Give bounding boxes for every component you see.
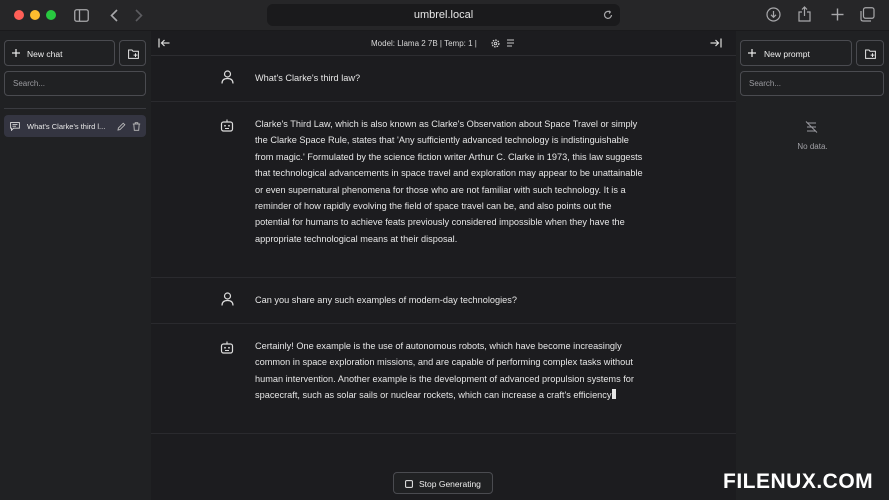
edit-icon[interactable]	[116, 121, 126, 131]
no-data-text: No data.	[797, 142, 828, 151]
plus-icon	[11, 48, 21, 58]
chat-bubble-icon	[10, 121, 20, 131]
message-text-streaming: Certainly! One example is the use of aut…	[255, 338, 645, 404]
zoom-window-button[interactable]	[46, 10, 56, 20]
new-folder-button[interactable]	[119, 40, 146, 66]
chat-topbar: Model: Llama 2 7B | Temp: 1 |	[151, 31, 736, 56]
assistant-message: Certainly! One example is the use of aut…	[151, 324, 736, 434]
prompt-search-input[interactable]	[741, 72, 883, 95]
new-prompt-folder-button[interactable]	[856, 40, 884, 66]
message-text: Clarke's Third Law, which is also known …	[255, 119, 643, 244]
url-text: umbrel.local	[413, 9, 474, 21]
new-chat-button[interactable]: New chat	[4, 40, 115, 66]
message-text: What's Clarke's third law?	[255, 73, 361, 83]
close-window-button[interactable]	[14, 10, 24, 20]
folder-plus-icon	[864, 48, 876, 59]
clear-conversation-icon[interactable]	[505, 38, 515, 48]
assistant-message: Clarke's Third Law, which is also known …	[151, 102, 736, 278]
download-icon[interactable]	[765, 6, 782, 23]
new-prompt-label: New prompt	[764, 49, 810, 59]
reload-icon[interactable]	[602, 9, 614, 21]
collapse-left-sidebar-icon[interactable]	[157, 37, 171, 49]
new-tab-icon[interactable]	[829, 6, 845, 22]
user-avatar-icon	[220, 292, 234, 306]
user-avatar-icon	[220, 70, 234, 84]
sidebar-toggle-icon[interactable]	[73, 7, 89, 23]
plus-icon	[747, 48, 757, 58]
tab-overview-icon[interactable]	[859, 6, 876, 23]
new-prompt-button[interactable]: New prompt	[740, 40, 852, 66]
new-chat-label: New chat	[27, 49, 63, 59]
stop-generating-label: Stop Generating	[419, 479, 481, 489]
prompt-sidebar: New prompt No data.	[736, 31, 889, 500]
no-data-icon	[804, 120, 819, 134]
model-info: Model: Llama 2 7B | Temp: 1 |	[371, 39, 477, 48]
stop-generating-button[interactable]: Stop Generating	[393, 472, 493, 494]
minimize-window-button[interactable]	[30, 10, 40, 20]
browser-titlebar: umbrel.local	[0, 0, 889, 31]
prompt-search[interactable]	[740, 71, 884, 96]
robot-avatar-icon	[220, 340, 234, 354]
folder-plus-icon	[127, 48, 139, 59]
conversation-item[interactable]: What's Clarke's third l...	[4, 115, 146, 137]
watermark: FILENUX.COM	[723, 470, 874, 493]
user-message: What's Clarke's third law?	[151, 56, 736, 102]
conversation-title: What's Clarke's third l...	[27, 122, 106, 131]
collapse-right-sidebar-icon[interactable]	[709, 37, 723, 49]
typing-cursor	[612, 389, 617, 400]
message-text: Certainly! One example is the use of aut…	[255, 341, 634, 401]
robot-avatar-icon	[220, 118, 234, 132]
trash-icon[interactable]	[131, 121, 141, 131]
user-message: Can you share any such examples of moder…	[151, 278, 736, 324]
chat-search[interactable]	[4, 71, 146, 96]
forward-icon[interactable]	[133, 7, 145, 23]
address-bar[interactable]: umbrel.local	[267, 4, 620, 26]
share-icon[interactable]	[796, 5, 813, 23]
stop-icon	[404, 479, 413, 488]
sidebar-divider	[4, 108, 146, 109]
message-text: Can you share any such examples of moder…	[255, 295, 517, 305]
settings-icon[interactable]	[490, 38, 500, 48]
chat-main: Model: Llama 2 7B | Temp: 1 | What's Cla…	[151, 31, 736, 500]
chat-sidebar: New chat What's Clarke's third l...	[0, 31, 151, 500]
back-icon[interactable]	[108, 7, 120, 23]
chat-search-input[interactable]	[5, 72, 145, 95]
